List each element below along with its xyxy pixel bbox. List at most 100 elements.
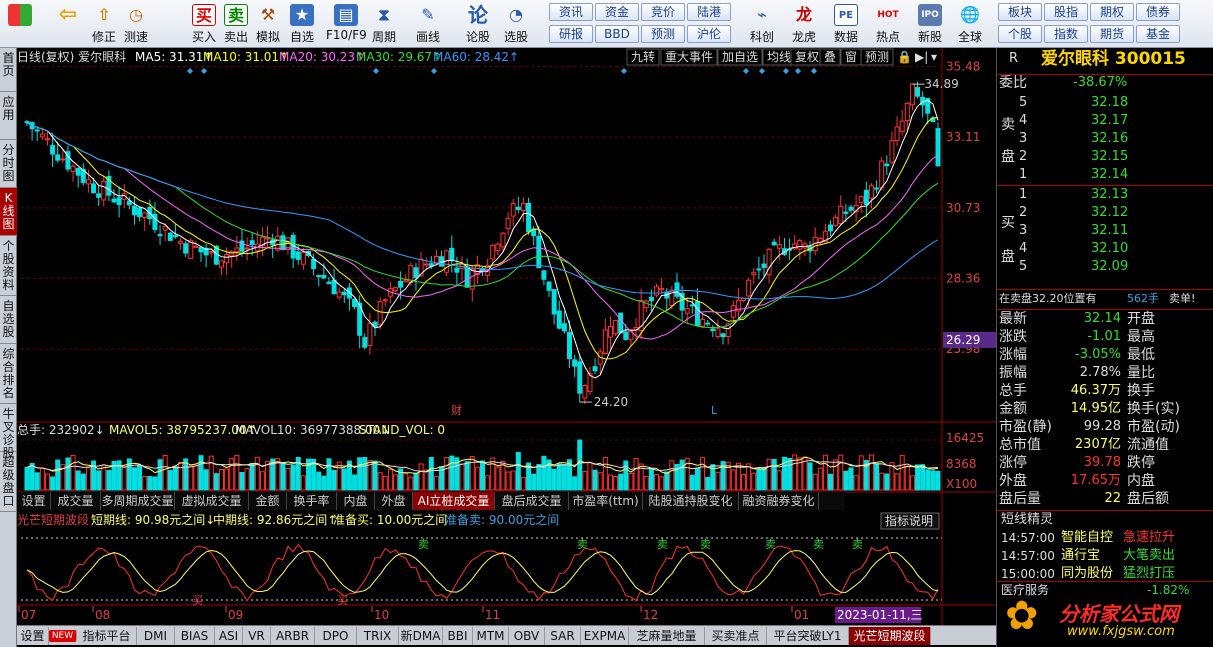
bottom-tab-17[interactable]: 买卖准点 <box>705 627 767 645</box>
toolbar-kechuang-button[interactable]: ⌁ 科创 <box>744 2 780 46</box>
left-tab-2[interactable]: 分时图 <box>0 140 17 188</box>
mid-tab-9[interactable]: 盘后成交量 <box>495 492 569 510</box>
toolbar-speed-button[interactable]: ◷ 测速 <box>120 2 152 46</box>
candle-body <box>454 267 460 273</box>
toolbar-global-label: 全球 <box>957 30 982 44</box>
volume-bar <box>874 463 880 491</box>
left-tab-0[interactable]: 首页 <box>0 48 17 92</box>
toolbar-hot-button[interactable]: HOT 热点 <box>870 2 906 46</box>
mid-tab-10[interactable]: 市盈率(ttm) <box>569 492 643 510</box>
bottom-tab-6[interactable]: VR <box>243 627 271 645</box>
market-0-2-button[interactable]: 期权 <box>1090 3 1134 21</box>
bottom-tab-19[interactable]: 光芒短期波段 <box>849 627 931 645</box>
candle-body <box>648 296 654 302</box>
bottom-tab-5[interactable]: ASI <box>215 627 243 645</box>
quick-0-1-button[interactable]: 资金 <box>595 3 639 21</box>
order-notice-tail: 卖单! <box>1169 292 1196 305</box>
bottom-tab-4[interactable]: BIAS <box>175 627 215 645</box>
bottom-tab-11[interactable]: BBI <box>443 627 473 645</box>
market-0-3-button[interactable]: 债券 <box>1136 3 1180 21</box>
left-tab-6[interactable]: 综合排名 <box>0 344 17 404</box>
bottom-tab-16[interactable]: 芝麻量地量 <box>629 627 705 645</box>
toolbar-windows-button[interactable] <box>4 2 36 46</box>
quick-1-3-button[interactable]: 沪伦 <box>687 25 731 43</box>
quick-1-0-button[interactable]: 研报 <box>549 25 593 43</box>
toolbar-lunggu-button[interactable]: 论论股 <box>462 2 494 46</box>
chart-header-ma60: MA60: 28.42↑ <box>433 50 519 64</box>
mid-tab-7[interactable]: 外盘 <box>375 492 413 510</box>
left-tab-1[interactable]: 应用 <box>0 92 17 140</box>
mid-tab-4[interactable]: 金额 <box>249 492 287 510</box>
next-icon[interactable]: ▶| <box>915 50 928 64</box>
quick-1-2-button[interactable]: 预测 <box>641 25 685 43</box>
mid-tab-1[interactable]: 成交量 <box>51 492 101 510</box>
quick-0-0-button[interactable]: 资讯 <box>549 3 593 21</box>
mid-tab-6[interactable]: 内盘 <box>337 492 375 510</box>
left-tab-label: 分时图 <box>2 143 15 183</box>
toolbar-sell-button[interactable]: 卖卖出 <box>220 2 252 46</box>
toolbar-fix-button[interactable]: ⇧ 修正 <box>88 2 120 46</box>
market-1-0-button[interactable]: 个股 <box>998 25 1042 43</box>
toolbar-draw-button[interactable]: ✎ 画线 <box>412 2 444 46</box>
toolbar-period-button[interactable]: ⧗ 周期 <box>368 2 400 46</box>
candle-body <box>776 243 782 249</box>
candle-body <box>341 291 347 296</box>
bottom-tab-7[interactable]: ARBR <box>271 627 315 645</box>
mid-tab-11[interactable]: 陆股通持股变化 <box>643 492 739 510</box>
toolbar-f10-button[interactable]: ▤ F10/F9 <box>326 2 367 46</box>
l-marker[interactable]: L <box>711 404 718 417</box>
bottom-tab-8[interactable]: DPO <box>315 627 357 645</box>
quick-0-2-button[interactable]: 竞价 <box>641 3 685 21</box>
left-tab-3[interactable]: K线图 <box>0 188 17 236</box>
lock-icon[interactable]: 🔒 <box>897 50 912 64</box>
toolbar-longhu-button[interactable]: 龙龙虎 <box>786 2 822 46</box>
candle-body <box>843 211 849 214</box>
mid-tab-5[interactable]: 换手率 <box>287 492 337 510</box>
market-0-1-button[interactable]: 股指 <box>1044 3 1088 21</box>
mid-tab-8[interactable]: AI立桩成交量 <box>413 492 495 510</box>
volume-bar <box>55 459 61 491</box>
volume-bar <box>203 469 209 491</box>
bottom-tab-2[interactable]: 指标平台 <box>77 627 137 645</box>
bottom-tab-10[interactable]: 新DMA <box>399 627 443 645</box>
toolbar-ipo-button[interactable]: IPO 新股 <box>912 2 948 46</box>
volume-bar <box>915 464 921 491</box>
finance-marker[interactable]: 财 <box>451 403 462 417</box>
toolbar-global-button[interactable]: 🌐 全球 <box>952 2 988 46</box>
toolbar-data-button[interactable]: PE 数据 <box>828 2 864 46</box>
quick-0-3-button[interactable]: 陆港 <box>687 3 731 21</box>
bottom-tab-3[interactable]: DMI <box>137 627 175 645</box>
bottom-tab-1[interactable]: NEW <box>49 630 77 642</box>
volume-bar <box>433 475 439 491</box>
bottom-tab-15[interactable]: EXPMA <box>581 627 629 645</box>
toolbar-sim-button[interactable]: ⚒ 模拟 <box>252 2 284 46</box>
market-1-3-button[interactable]: 基金 <box>1136 25 1180 43</box>
quick-1-1-button[interactable]: BBD <box>595 25 639 43</box>
bottom-tab-14[interactable]: SAR <box>545 627 581 645</box>
left-tab-label: 个股资料 <box>2 239 15 292</box>
kline-chart[interactable]: 35.4833.1130.7328.3625.9826.29日线(复权) 爱尔眼… <box>17 48 996 625</box>
candle-body <box>828 224 834 232</box>
market-1-1-button[interactable]: 指数 <box>1044 25 1088 43</box>
left-tab-8[interactable]: 超级盘口 <box>0 452 17 512</box>
mid-tab-12[interactable]: 融资融券变化 <box>739 492 819 510</box>
chart-top-button-label: 复权 <box>795 50 819 64</box>
bottom-tab-0[interactable]: 设置 <box>17 627 49 645</box>
mid-tab-2[interactable]: 多周期成交量 <box>101 492 175 510</box>
mid-tab-0[interactable]: 设置 <box>17 492 51 510</box>
bottom-tab-18[interactable]: 平台突破LY1 <box>767 627 849 645</box>
bottom-tab-9[interactable]: TRIX <box>357 627 399 645</box>
bottom-tab-13[interactable]: OBV <box>509 627 545 645</box>
mid-tab-3[interactable]: 虚拟成交量 <box>175 492 249 510</box>
toolbar-back-button[interactable]: ⇦ <box>52 2 84 46</box>
left-tab-7[interactable]: 牛叉诊股 <box>0 404 17 460</box>
left-tab-4[interactable]: 个股资料 <box>0 236 17 296</box>
market-0-0-button[interactable]: 板块 <box>998 3 1042 21</box>
toolbar-zixuan-button[interactable]: ★ 自选 <box>286 2 318 46</box>
bottom-tab-12[interactable]: MTM <box>473 627 509 645</box>
toolbar-buy-button[interactable]: 买买入 <box>188 2 220 46</box>
toolbar-xuangu-button[interactable]: ◔ 选股 <box>500 2 532 46</box>
left-tab-5[interactable]: 自选股 <box>0 296 17 344</box>
dropdown-icon[interactable]: ▾ <box>931 50 937 64</box>
market-1-2-button[interactable]: 期货 <box>1090 25 1134 43</box>
